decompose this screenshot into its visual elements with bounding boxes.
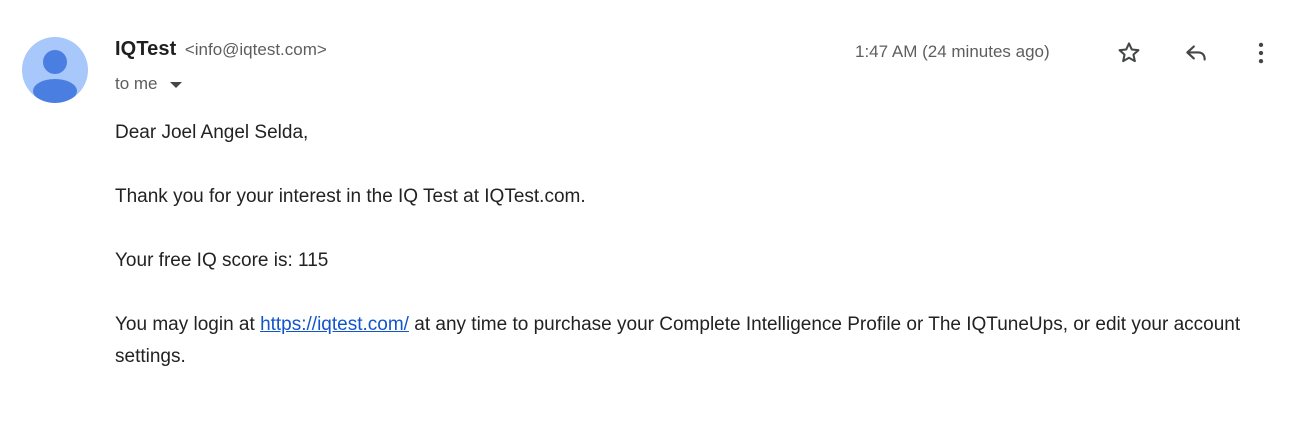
sender-line: IQTest <info@iqtest.com> [115, 38, 327, 61]
reply-button[interactable] [1181, 38, 1211, 68]
sender-name[interactable]: IQTest [115, 38, 176, 60]
recipient-label: to me [115, 74, 158, 93]
reply-icon [1186, 45, 1206, 61]
message-timestamp: 1:47 AM (24 minutes ago) [855, 42, 1050, 61]
more-options-button[interactable] [1246, 38, 1276, 68]
chevron-down-icon [169, 82, 182, 88]
star-icon [1118, 42, 1140, 63]
login-text-before: You may login at [115, 314, 261, 335]
message-body: Dear Joel Angel Selda, Thank you for you… [115, 117, 1275, 405]
greeting-paragraph: Dear Joel Angel Selda, [115, 122, 309, 143]
iqtest-link[interactable]: https://iqtest.com/ [260, 314, 409, 335]
more-vert-icon [1258, 42, 1264, 64]
body-paragraph-intro: Thank you for your interest in the IQ Te… [115, 186, 586, 207]
email-message: IQTest <info@iqtest.com> to me 1:47 AM (… [0, 0, 1306, 423]
body-paragraph-login: You may login at https://iqtest.com/ at … [115, 309, 1275, 373]
sender-avatar[interactable] [22, 37, 88, 103]
body-paragraph-score: Your free IQ score is: 115 [115, 250, 329, 271]
sender-email: <info@iqtest.com> [184, 40, 327, 59]
star-button[interactable] [1114, 38, 1144, 68]
message-header: IQTest <info@iqtest.com> to me 1:47 AM (… [115, 38, 1306, 102]
person-icon [33, 50, 77, 103]
recipient-details-toggle[interactable]: to me [115, 74, 182, 94]
